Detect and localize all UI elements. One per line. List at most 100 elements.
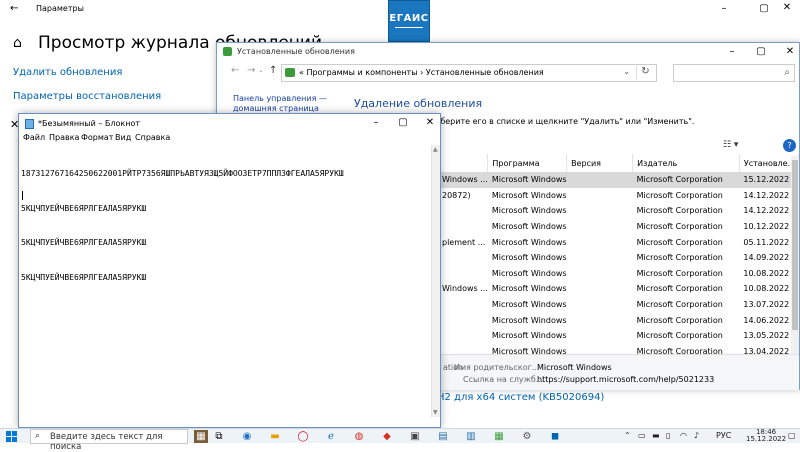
uninstall-updates-link[interactable]: Удалить обновления [13, 67, 122, 78]
cp-minimize-icon[interactable]: – [725, 46, 739, 58]
cell-name: Windows ... [442, 284, 488, 294]
tray-wifi-icon[interactable]: ◠ [680, 431, 687, 440]
table-row[interactable]: Microsoft Windows Microsoft Corporation 14… [438, 203, 799, 219]
control-panel-taskbar-icon[interactable]: ▦ [492, 430, 506, 443]
minimize-icon[interactable]: – [717, 3, 731, 15]
app-icon[interactable]: ▣ [408, 430, 422, 443]
cell-program: Microsoft Windows [491, 190, 567, 200]
cell-version [567, 328, 633, 344]
cp-back-icon[interactable]: ← [231, 65, 239, 76]
column-header-publisher[interactable]: Издатель [632, 154, 740, 172]
address-bar[interactable]: « Программы и компоненты › Установленные… [281, 64, 657, 82]
app-icon-red[interactable]: ◆ [380, 430, 394, 443]
notepad-taskbar-icon[interactable]: ▤ [436, 430, 450, 443]
settings-gear-icon[interactable]: ⚙ [520, 430, 534, 443]
cell-publisher: Microsoft Corporation [636, 253, 723, 263]
tray-up-icon[interactable]: ⌃ [624, 431, 631, 440]
cell-publisher: Microsoft Corporation [636, 331, 723, 341]
address-dropdown-icon[interactable]: ⌄ [623, 67, 630, 76]
tray-network-icon[interactable]: ▭ [638, 431, 646, 440]
cp-home-link-line2[interactable]: домашняя страница [233, 104, 319, 113]
cell-publisher: Microsoft Corporation [636, 206, 723, 216]
table-row[interactable]: Microsoft Windows Microsoft Corporation 14… [438, 312, 799, 328]
cp-maximize-icon[interactable]: ▢ [754, 46, 768, 58]
clock[interactable]: 18:46 15.12.2022 [746, 429, 786, 443]
text-line: 5КЦЧПУЕЙЧВЕ6ЯРЛГЕАЛА5ЯРУКШ [21, 238, 147, 247]
np-close-icon[interactable]: ✕ [423, 117, 437, 129]
back-arrow-icon[interactable]: ← [10, 3, 18, 14]
np-minimize-icon[interactable]: – [369, 117, 383, 129]
column-header-program[interactable]: Программа [487, 154, 568, 172]
column-header-installed[interactable]: Установле... [739, 154, 800, 172]
cell-version [566, 172, 633, 188]
recovery-options-link[interactable]: Параметры восстановления [13, 91, 161, 102]
support-link-value[interactable]: https://support.microsoft.com/help/50212… [537, 375, 714, 384]
update-kb-link[interactable]: H2 для x64 систем (KB5020694) [437, 392, 604, 403]
table-row[interactable]: plement ... Microsoft Windows Microsoft Co… [438, 234, 799, 250]
np-maximize-icon[interactable]: ▢ [396, 117, 410, 129]
pinned-app-icon[interactable]: ▦ [194, 430, 208, 443]
taskbar-search-box[interactable]: ⌕ Введите здесь текст для поиска [30, 429, 188, 452]
cell-version [567, 281, 633, 297]
tray-battery-icon[interactable]: ▯ [666, 431, 670, 440]
notepad-scrollbar[interactable]: ▲ ▼ [431, 145, 440, 417]
internet-explorer-icon[interactable]: ℯ [324, 430, 338, 443]
tray-volume-icon[interactable]: ♪ [694, 431, 699, 440]
cell-name: plement ... [442, 237, 486, 247]
chrome-icon[interactable]: ◍ [352, 430, 366, 443]
cell-program: Microsoft Windows [491, 331, 567, 341]
table-row[interactable]: Microsoft Windows Microsoft Corporation 14… [438, 250, 799, 266]
cell-version [567, 312, 633, 328]
table-row[interactable]: Microsoft Windows Microsoft Corporation 13… [438, 297, 799, 313]
app-icon-dark-blue[interactable]: ◼ [548, 430, 562, 443]
maximize-icon[interactable]: ▢ [757, 3, 771, 15]
breadcrumb[interactable]: « Программы и компоненты › Установленные… [299, 68, 544, 77]
task-view-icon[interactable]: ⧉ [212, 430, 226, 443]
table-row[interactable]: Microsoft Windows Microsoft Corporation 10… [438, 266, 799, 282]
table-row[interactable]: Windows ... Microsoft Windows Microsoft Co… [438, 172, 799, 188]
cp-home-link-line1[interactable]: Панель управления — [233, 94, 327, 103]
opera-icon[interactable]: ◯ [296, 430, 310, 443]
notepad-text-area[interactable]: 18731276716425062200​1РЙТР7356ЯШПРЬАВТУЯ… [21, 145, 427, 417]
table-row[interactable]: Windows ... Microsoft Windows Microsoft Co… [438, 281, 799, 297]
home-icon[interactable]: ⌂ [13, 35, 22, 51]
app-icon-blue[interactable]: ▥ [464, 430, 478, 443]
cell-installed: 10.08.2022 [743, 268, 790, 278]
menu-help[interactable]: Справка [135, 133, 170, 142]
cp-search-input[interactable]: ⌕ [673, 64, 795, 82]
file-explorer-icon[interactable]: ▬ [268, 430, 282, 443]
cell-publisher: Microsoft Corporation [636, 268, 723, 278]
cp-close-icon[interactable]: ✕ [783, 46, 797, 58]
cell-publisher: Microsoft Corporation [636, 315, 723, 325]
notepad-menubar: Файл Правка Формат Вид Справка [19, 131, 440, 145]
cp-forward-icon[interactable]: → [247, 65, 255, 76]
cp-scrollbar[interactable] [791, 156, 799, 356]
search-placeholder: Введите здесь текст для поиска [50, 432, 163, 452]
notepad-icon [25, 119, 34, 129]
column-header-version[interactable]: Версия [566, 154, 634, 172]
menu-edit[interactable]: Правка [49, 133, 79, 142]
scroll-down-icon[interactable]: ▼ [433, 409, 438, 416]
windows-start-icon[interactable] [6, 431, 17, 442]
edge-icon[interactable]: ◉ [240, 430, 254, 443]
menu-format[interactable]: Формат [81, 133, 113, 142]
menu-view[interactable]: Вид [115, 133, 131, 142]
table-row[interactable]: Microsoft Windows Microsoft Corporation 13… [438, 328, 799, 344]
scroll-up-icon[interactable]: ▲ [433, 146, 438, 153]
tray-folder-icon[interactable]: ▬ [652, 431, 660, 440]
table-row[interactable]: Microsoft Windows Microsoft Corporation 10… [438, 219, 799, 235]
close-icon[interactable]: ✕ [780, 2, 794, 14]
search-icon: ⌕ [35, 431, 41, 441]
view-options-icon[interactable]: ☷ ▾ [723, 140, 738, 150]
refresh-icon[interactable]: ↻ [636, 66, 654, 80]
settings-title: Параметры [36, 4, 84, 13]
cp-up-icon[interactable]: ↑ [269, 65, 277, 76]
menu-file[interactable]: Файл [23, 133, 45, 142]
cell-version [567, 266, 633, 282]
notifications-icon[interactable]: ▢ [788, 431, 796, 440]
table-row[interactable]: 20872) Microsoft Windows Microsoft Corpora… [438, 188, 799, 204]
help-icon[interactable]: ? [783, 139, 796, 152]
recent-dropdown-icon[interactable]: ⌄ [258, 66, 264, 74]
language-indicator[interactable]: РУС [716, 431, 731, 440]
column-header-name[interactable] [438, 154, 489, 172]
